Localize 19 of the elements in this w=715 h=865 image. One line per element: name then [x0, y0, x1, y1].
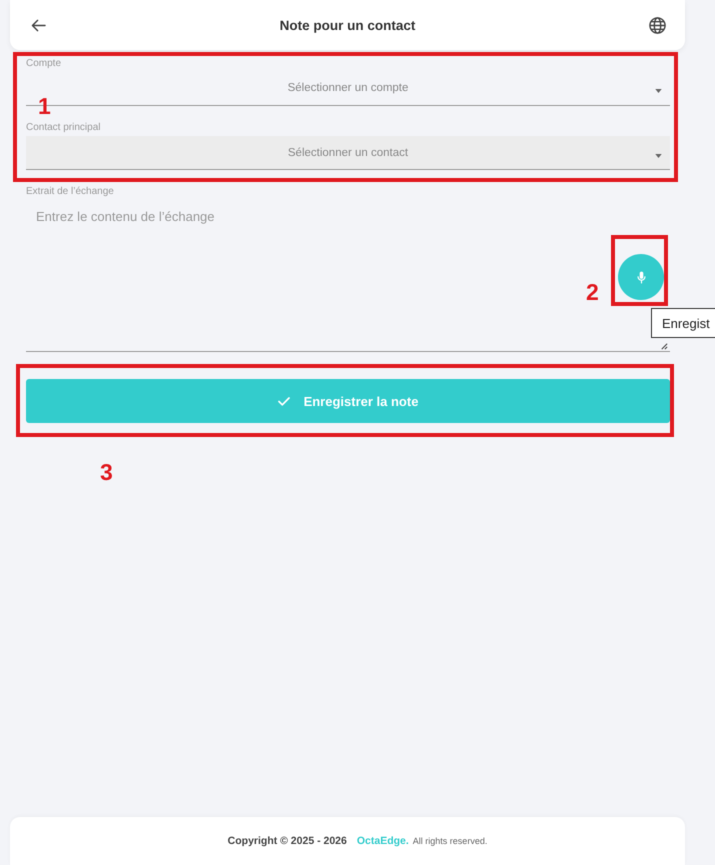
copyright-text: Copyright © 2025 - 2026: [228, 835, 347, 847]
field-label: Extrait de l’échange: [26, 186, 114, 198]
brand-link[interactable]: OctaEdge.: [356, 835, 409, 847]
resize-handle-icon[interactable]: [660, 342, 668, 350]
annotation-number: 3: [100, 460, 113, 484]
annotation-frame: [611, 235, 668, 306]
caret-icon: [655, 88, 662, 92]
rights-text: All rights reserved.: [412, 836, 488, 846]
field-label: Contact principal: [26, 122, 100, 134]
microphone-icon: [636, 270, 646, 284]
save-note-button[interactable]: Enregistrer la note: [26, 379, 670, 423]
caret-icon: [655, 154, 662, 158]
page-title: Note pour un contact: [278, 18, 416, 32]
globe-icon[interactable]: [649, 16, 666, 34]
annotation-number: 2: [586, 280, 599, 304]
tooltip: Enregist: [651, 308, 715, 338]
field-label: Compte: [26, 58, 62, 70]
check-icon: [278, 396, 290, 406]
back-arrow-icon[interactable]: [31, 18, 46, 32]
